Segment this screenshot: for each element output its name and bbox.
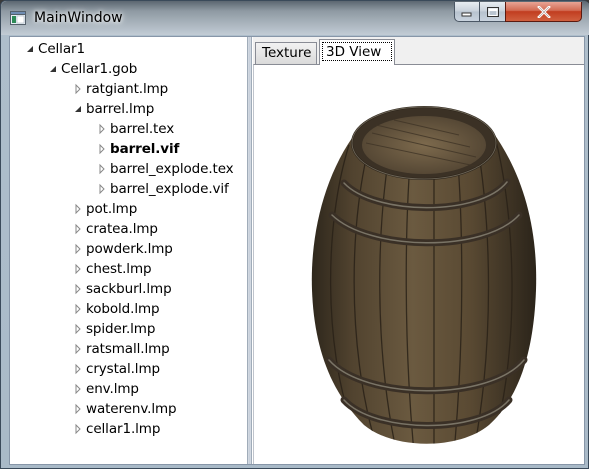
main-window: MainWindow Cellar1 Cellar1.gob ratgiant.lm… xyxy=(0,0,589,469)
tree-item[interactable]: crystal.lmp xyxy=(75,359,160,379)
tree-item[interactable]: Cellar1.gob xyxy=(50,59,138,79)
tree-item[interactable]: spider.lmp xyxy=(75,319,156,339)
tree-item[interactable]: barrel.vif xyxy=(99,139,180,159)
tree-item-label: cellar1.lmp xyxy=(86,421,161,437)
tab-texture[interactable]: Texture xyxy=(255,42,317,64)
triangle-down-icon[interactable] xyxy=(47,59,59,79)
tree-item-label: barrel_explode.tex xyxy=(110,161,234,177)
triangle-right-icon[interactable] xyxy=(72,339,84,359)
maximize-icon xyxy=(486,6,499,17)
tree-item-label: sackburl.lmp xyxy=(86,281,172,297)
triangle-right-icon[interactable] xyxy=(72,359,84,379)
close-icon xyxy=(536,5,551,18)
tree-item-label: barrel.tex xyxy=(110,121,175,137)
triangle-right-icon[interactable] xyxy=(72,79,84,99)
focus-rect xyxy=(322,42,392,61)
tree-item[interactable]: Cellar1 xyxy=(27,39,85,59)
tree-item[interactable]: env.lmp xyxy=(75,379,139,399)
minimize-button[interactable] xyxy=(454,2,480,22)
tree-item-label: spider.lmp xyxy=(86,321,156,337)
tree-item[interactable]: cratea.lmp xyxy=(75,219,158,239)
tab-control: Texture 3D View xyxy=(253,37,584,464)
triangle-right-icon[interactable] xyxy=(72,319,84,339)
tree-item-label: waterenv.lmp xyxy=(86,401,177,417)
tree-item-label: ratgiant.lmp xyxy=(86,81,169,97)
tree-item[interactable]: waterenv.lmp xyxy=(75,399,177,419)
triangle-right-icon[interactable] xyxy=(96,119,108,139)
tree-item[interactable]: barrel_explode.tex xyxy=(99,159,234,179)
triangle-right-icon[interactable] xyxy=(72,379,84,399)
triangle-right-icon[interactable] xyxy=(72,239,84,259)
triangle-down-icon[interactable] xyxy=(24,39,36,59)
minimize-icon xyxy=(461,12,472,16)
tree-item[interactable]: ratgiant.lmp xyxy=(75,79,169,99)
tree-item-label: cratea.lmp xyxy=(86,221,158,237)
tree-item-label: barrel_explode.vif xyxy=(110,181,229,197)
window-title: MainWindow xyxy=(34,10,123,26)
tree-item[interactable]: powderk.lmp xyxy=(75,239,173,259)
tree-item-label: Cellar1 xyxy=(38,41,85,57)
tree-item-label: barrel.vif xyxy=(110,141,180,157)
tree-item-label: pot.lmp xyxy=(86,201,138,217)
grid-splitter[interactable] xyxy=(247,37,252,464)
triangle-right-icon[interactable] xyxy=(72,199,84,219)
tree-item-label: chest.lmp xyxy=(86,261,152,277)
triangle-right-icon[interactable] xyxy=(96,139,108,159)
triangle-right-icon[interactable] xyxy=(72,419,84,439)
tree-item[interactable]: cellar1.lmp xyxy=(75,419,161,439)
file-tree[interactable]: Cellar1 Cellar1.gob ratgiant.lmp barrel.lmp… xyxy=(10,37,247,464)
tab-3d-view[interactable]: 3D View xyxy=(319,39,395,65)
close-button[interactable] xyxy=(505,2,582,22)
tree-item[interactable]: pot.lmp xyxy=(75,199,138,219)
tree-item[interactable]: chest.lmp xyxy=(75,259,152,279)
window-icon[interactable] xyxy=(10,10,26,26)
tree-item[interactable]: sackburl.lmp xyxy=(75,279,172,299)
tree-item-label: barrel.lmp xyxy=(86,101,155,117)
triangle-right-icon[interactable] xyxy=(96,179,108,199)
tree-item[interactable]: ratsmall.lmp xyxy=(75,339,170,359)
barrel-model xyxy=(311,106,537,444)
tree-item[interactable]: barrel_explode.vif xyxy=(99,179,229,199)
tree-item-label: powderk.lmp xyxy=(86,241,173,257)
triangle-right-icon[interactable] xyxy=(96,159,108,179)
tree-item-label: kobold.lmp xyxy=(86,301,160,317)
triangle-right-icon[interactable] xyxy=(72,399,84,419)
triangle-right-icon[interactable] xyxy=(72,299,84,319)
client-area: Cellar1 Cellar1.gob ratgiant.lmp barrel.lmp… xyxy=(9,36,585,465)
triangle-right-icon[interactable] xyxy=(72,279,84,299)
tree-item-label: env.lmp xyxy=(86,381,139,397)
tree-item-label: ratsmall.lmp xyxy=(86,341,170,357)
triangle-right-icon[interactable] xyxy=(72,259,84,279)
tree-item[interactable]: barrel.lmp xyxy=(75,99,155,119)
maximize-button[interactable] xyxy=(479,2,506,22)
tree-item[interactable]: barrel.tex xyxy=(99,119,175,139)
tree-item-label: crystal.lmp xyxy=(86,361,160,377)
triangle-right-icon[interactable] xyxy=(72,219,84,239)
triangle-down-icon[interactable] xyxy=(72,99,84,119)
tree-item[interactable]: kobold.lmp xyxy=(75,299,160,319)
tree-item-label: Cellar1.gob xyxy=(61,61,138,77)
3d-viewport[interactable] xyxy=(253,64,584,464)
